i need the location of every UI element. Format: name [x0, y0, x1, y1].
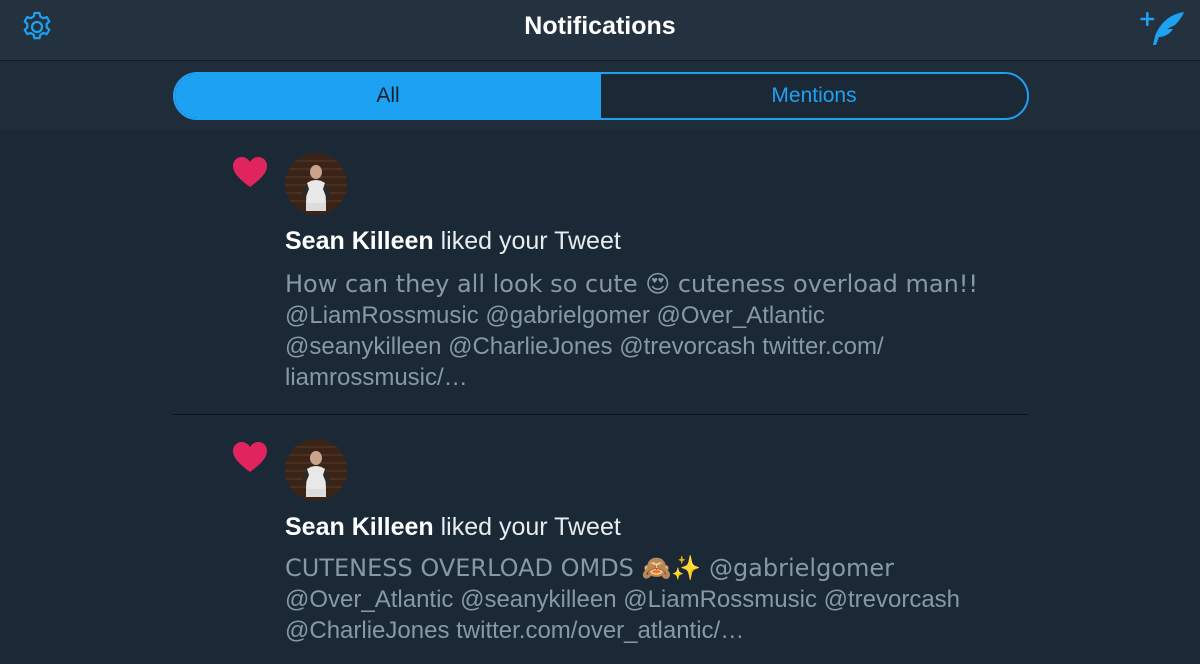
divider — [173, 414, 1028, 415]
tweet-text: CUTENESS OVERLOAD OMDS 🙈✨ @gabrielgomer … — [285, 553, 1045, 646]
tab-all[interactable]: All — [175, 74, 601, 118]
notification-title: Sean Killeen liked your Tweet — [285, 513, 621, 542]
action-text: liked your Tweet — [433, 227, 621, 255]
heart-icon — [233, 157, 267, 187]
page-title: Notifications — [524, 12, 676, 40]
tweet-text: How can they all look so cute 😍 cuteness… — [285, 269, 1045, 393]
notification-title: Sean Killeen liked your Tweet — [285, 227, 621, 256]
avatar[interactable] — [285, 153, 347, 215]
avatar[interactable] — [285, 439, 347, 501]
tweet-line: @CharlieJones twitter.com/over_atlantic/… — [285, 617, 745, 644]
tab-bar: All Mentions — [0, 61, 1200, 129]
action-text: liked your Tweet — [433, 513, 621, 541]
tweet-line: liamrossmusic/… — [285, 364, 468, 391]
tweet-line: CUTENESS OVERLOAD OMDS 🙈✨ @gabrielgomer — [285, 554, 895, 582]
compose-tweet-icon[interactable] — [1140, 9, 1186, 49]
top-bar: Notifications — [0, 0, 1200, 61]
heart-icon — [233, 442, 267, 472]
tweet-line: @Over_Atlantic @seanykilleen @LiamRossmu… — [285, 586, 961, 613]
tweet-line: @LiamRossmusic @gabrielgomer @Over_Atlan… — [285, 302, 825, 329]
tweet-line: @seanykilleen @CharlieJones @trevorcash … — [285, 333, 884, 360]
tab-mentions[interactable]: Mentions — [601, 74, 1027, 118]
segmented-control: All Mentions — [173, 72, 1029, 120]
tweet-line: How can they all look so cute 😍 cuteness… — [285, 270, 979, 298]
actor-name[interactable]: Sean Killeen — [285, 227, 434, 255]
actor-name[interactable]: Sean Killeen — [285, 513, 434, 541]
